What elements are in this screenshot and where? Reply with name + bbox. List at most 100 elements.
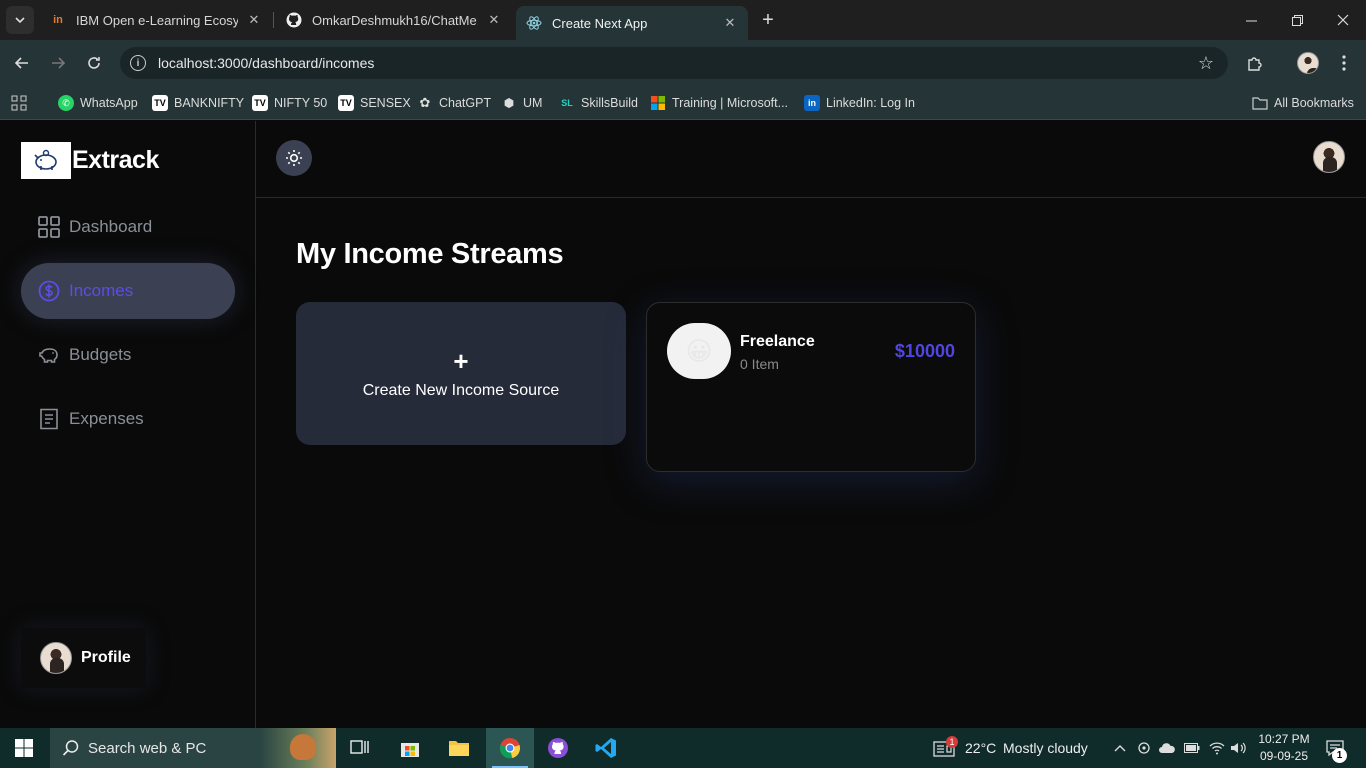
vscode-button[interactable] xyxy=(582,728,630,768)
tradingview-icon: TV xyxy=(338,95,354,111)
start-button[interactable] xyxy=(0,728,48,768)
chevron-up-icon[interactable] xyxy=(1112,740,1128,756)
bookmark-banknifty[interactable]: TV BANKNIFTY xyxy=(152,92,244,114)
volume-icon[interactable] xyxy=(1230,740,1246,756)
camera-icon[interactable] xyxy=(1136,740,1152,756)
bookmark-skillsbuild[interactable]: SL SkillsBuild xyxy=(559,92,638,114)
theme-toggle-button[interactable] xyxy=(276,140,312,176)
site-info-icon[interactable]: i xyxy=(130,55,146,71)
close-icon[interactable]: ✕ xyxy=(722,15,738,31)
taskbar-search[interactable]: Search web & PC xyxy=(50,728,336,768)
minimize-icon xyxy=(1245,20,1257,21)
close-icon xyxy=(1337,14,1349,26)
browser-toolbar: i localhost:3000/dashboard/incomes ☆ xyxy=(0,40,1366,86)
reload-button[interactable] xyxy=(80,49,108,77)
close-icon[interactable]: ✕ xyxy=(246,12,262,28)
ibm-favicon-icon: in xyxy=(53,14,63,26)
task-view-button[interactable] xyxy=(336,728,384,768)
tab-divider xyxy=(273,12,274,28)
chevron-down-icon xyxy=(15,17,25,24)
task-view-icon xyxy=(350,740,369,754)
github-icon xyxy=(548,738,568,758)
tradingview-icon: TV xyxy=(152,95,168,111)
brand-name: Extrack xyxy=(72,146,159,174)
new-tab-button[interactable]: + xyxy=(756,8,780,32)
kebab-menu-icon xyxy=(1342,55,1346,71)
close-icon[interactable]: ✕ xyxy=(486,12,502,28)
weather-badge: 1 xyxy=(946,736,958,748)
windows-taskbar: Search web & PC 1 22°C Mostly cloudy 10:… xyxy=(0,728,1366,768)
app-root: Extrack Dashboard Incomes Budgets Expens… xyxy=(0,121,1366,728)
restore-button[interactable] xyxy=(1274,0,1320,40)
github-favicon-icon xyxy=(286,12,302,28)
close-window-button[interactable] xyxy=(1320,0,1366,40)
profile-button[interactable] xyxy=(1294,49,1322,77)
bookmark-whatsapp[interactable]: ✆ WhatsApp xyxy=(58,92,138,114)
react-favicon-icon xyxy=(526,15,542,31)
sidebar-item-expenses[interactable]: Expenses xyxy=(21,391,235,447)
piggy-bank-icon xyxy=(38,344,60,366)
battery-icon[interactable] xyxy=(1184,740,1200,756)
income-card[interactable]: 😀 Freelance 0 Item $10000 xyxy=(646,302,976,472)
tab-search-button[interactable] xyxy=(6,6,34,34)
bookmark-um[interactable]: ⬢ UM xyxy=(501,92,543,114)
profile-button[interactable]: Profile xyxy=(21,628,146,688)
address-bar[interactable]: i localhost:3000/dashboard/incomes ☆ xyxy=(120,47,1228,79)
sidebar-item-label: Dashboard xyxy=(69,217,153,236)
income-name: Freelance xyxy=(740,333,815,350)
create-income-source-card[interactable]: + Create New Income Source xyxy=(296,302,626,445)
reload-icon xyxy=(88,57,100,69)
sidebar-item-label: Incomes xyxy=(69,281,134,300)
piggy-bank-logo-icon[interactable] xyxy=(21,142,71,179)
sidebar-item-label: Budgets xyxy=(69,345,132,364)
weather-temp[interactable]: 22°C xyxy=(965,728,996,768)
arrow-right-icon xyxy=(52,57,66,69)
weather-desc[interactable]: Mostly cloudy xyxy=(1003,728,1088,768)
tab-ibm[interactable]: in IBM Open e-Learning Ecosystem ✕ xyxy=(40,6,272,34)
github-desktop-button[interactable] xyxy=(534,728,582,768)
apps-button[interactable] xyxy=(11,92,27,114)
bookmark-star-icon[interactable]: ☆ xyxy=(1198,53,1214,74)
plus-icon: + xyxy=(453,345,469,376)
page-title: My Income Streams xyxy=(296,238,564,270)
bookmark-linkedin[interactable]: in LinkedIn: Log In xyxy=(804,92,915,114)
clock-date: 09-09-25 xyxy=(1259,749,1309,763)
income-amount: $10000 xyxy=(894,341,955,361)
chatgpt-icon: ✿ xyxy=(419,95,431,110)
forward-button[interactable] xyxy=(44,49,72,77)
bookmark-nifty50[interactable]: TV NIFTY 50 xyxy=(252,92,327,114)
bookmark-microsoft-training[interactable]: Training | Microsoft... xyxy=(650,92,788,114)
wifi-icon[interactable] xyxy=(1209,740,1225,756)
whatsapp-icon: ✆ xyxy=(58,95,74,111)
search-placeholder: Search web & PC xyxy=(88,739,207,757)
tab-create-next-app[interactable]: Create Next App ✕ xyxy=(516,6,748,40)
sidebar-item-dashboard[interactable]: Dashboard xyxy=(21,199,235,255)
app-header xyxy=(256,121,1366,198)
sidebar-item-budgets[interactable]: Budgets xyxy=(21,327,235,383)
all-bookmarks-button[interactable]: All Bookmarks xyxy=(1252,92,1354,114)
arrow-left-icon xyxy=(14,57,28,69)
bookmark-sensex[interactable]: TV SENSEX xyxy=(338,92,411,114)
chrome-taskbar-button[interactable] xyxy=(486,728,534,768)
file-explorer-button[interactable] xyxy=(435,728,483,768)
dashboard-grid-icon xyxy=(38,216,60,238)
onedrive-icon[interactable] xyxy=(1158,740,1176,756)
back-button[interactable] xyxy=(8,49,36,77)
tab-github[interactable]: OmkarDeshmukh16/ChatMe: Full ✕ xyxy=(276,6,512,34)
browser-avatar xyxy=(1297,52,1319,74)
sidebar-item-incomes[interactable]: Incomes xyxy=(21,263,235,319)
browser-tab-bar: in IBM Open e-Learning Ecosystem ✕ Omkar… xyxy=(0,0,1366,40)
puzzle-icon xyxy=(1248,57,1262,71)
create-card-label: Create New Income Source xyxy=(362,381,560,399)
system-clock[interactable]: 10:27 PM 09-09-25 xyxy=(1254,731,1314,765)
browser-menu-button[interactable] xyxy=(1330,49,1358,77)
microsoft-store-button[interactable] xyxy=(386,728,434,768)
bookmark-chatgpt[interactable]: ✿ ChatGPT xyxy=(417,92,492,114)
minimize-button[interactable] xyxy=(1228,0,1274,40)
extensions-button[interactable] xyxy=(1241,49,1269,77)
income-emoji: 😀 xyxy=(667,323,731,379)
notification-count-badge: 1 xyxy=(1332,748,1347,763)
skillsbuild-icon: SL xyxy=(561,98,573,108)
user-avatar[interactable] xyxy=(1313,141,1345,173)
sidebar-item-label: Expenses xyxy=(69,409,144,428)
